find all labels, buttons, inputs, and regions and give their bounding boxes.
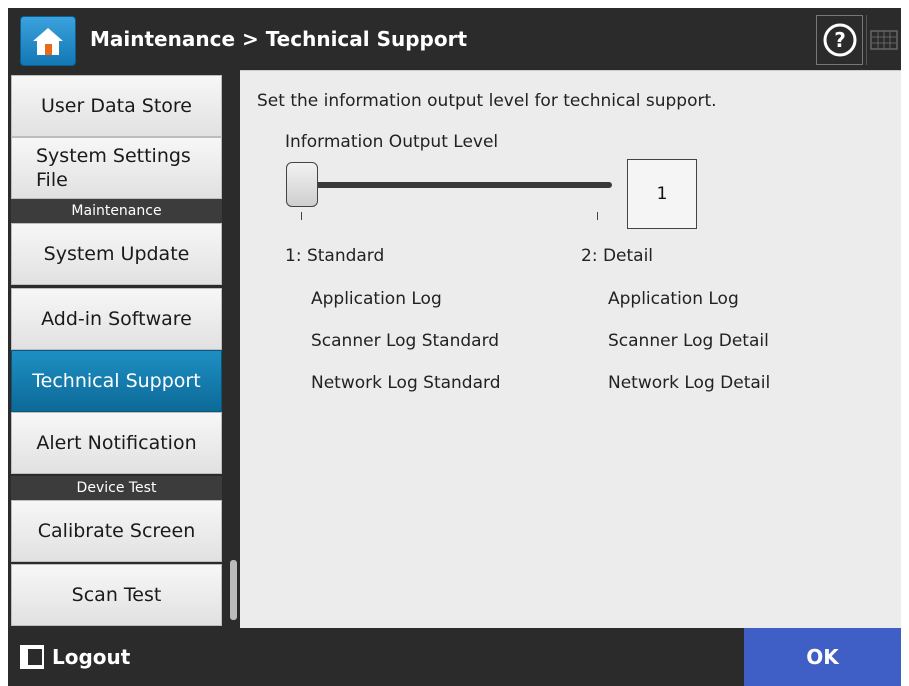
output-level-value: 1 <box>627 159 697 229</box>
ok-button[interactable]: OK <box>744 628 901 686</box>
section-header-device-test: Device Test <box>11 476 222 500</box>
level1-item: Application Log <box>311 289 442 309</box>
level2-item: Network Log Detail <box>608 373 771 393</box>
section-header-maintenance: Maintenance <box>11 199 222 223</box>
main-panel: Set the information output level for tec… <box>240 70 901 628</box>
sidebar-scrollbar-thumb[interactable] <box>230 560 237 620</box>
sidebar-item-label: System Settings File <box>36 145 191 191</box>
level1-item: Scanner Log Standard <box>311 331 500 351</box>
output-level-slider-track[interactable] <box>290 182 612 188</box>
keyboard-button[interactable] <box>866 15 901 65</box>
slider-label: Information Output Level <box>285 132 499 152</box>
level1-title: 1: Standard <box>285 246 385 266</box>
help-icon: ? <box>823 23 856 57</box>
page-title: Maintenance > Technical Support <box>90 27 468 51</box>
sidebar-item-label: Calibrate Screen <box>37 520 196 542</box>
sidebar-item-label: Add-in Software <box>41 308 192 330</box>
footer-bar: Logout OK <box>8 628 901 686</box>
sidebar-item-alert-notification[interactable]: Alert Notification <box>11 412 222 474</box>
sidebar-item-calibrate-screen[interactable]: Calibrate Screen <box>11 500 222 562</box>
keyboard-icon <box>870 30 898 50</box>
home-icon <box>33 28 63 55</box>
level2-item: Scanner Log Detail <box>608 331 769 351</box>
slider-tick <box>301 212 302 220</box>
slider-tick <box>597 212 598 220</box>
sidebar-item-label: Alert Notification <box>36 432 197 454</box>
sidebar-item-system-settings-file[interactable]: System Settings File <box>11 137 222 199</box>
sidebar-item-technical-support[interactable]: Technical Support <box>11 350 222 412</box>
description-text: Set the information output level for tec… <box>257 91 717 111</box>
title-bar: Maintenance > Technical Support ? <box>8 8 901 70</box>
sidebar-scrollbar[interactable] <box>229 70 238 628</box>
output-level-slider-handle[interactable] <box>286 162 318 207</box>
level1-item: Network Log Standard <box>311 373 501 393</box>
sidebar-item-system-update[interactable]: System Update <box>11 223 222 285</box>
level2-item: Application Log <box>608 289 739 309</box>
ok-label: OK <box>806 645 839 669</box>
sidebar-item-label: System Update <box>43 243 190 265</box>
logout-icon <box>20 645 44 669</box>
sidebar-item-scan-test[interactable]: Scan Test <box>11 564 222 626</box>
sidebar-item-add-in-software[interactable]: Add-in Software <box>11 288 222 350</box>
sidebar: User Data Store System Settings File Mai… <box>8 70 240 628</box>
svg-text:?: ? <box>834 28 846 52</box>
level2-title: 2: Detail <box>581 246 654 266</box>
sidebar-item-label: Scan Test <box>71 584 162 606</box>
sidebar-item-label: Technical Support <box>32 370 201 392</box>
help-button[interactable]: ? <box>816 15 863 65</box>
logout-label: Logout <box>52 645 131 669</box>
sidebar-item-user-data-store[interactable]: User Data Store <box>11 75 222 137</box>
sidebar-item-label: User Data Store <box>41 95 192 117</box>
home-button[interactable] <box>20 16 76 66</box>
logout-button[interactable]: Logout <box>8 628 158 686</box>
